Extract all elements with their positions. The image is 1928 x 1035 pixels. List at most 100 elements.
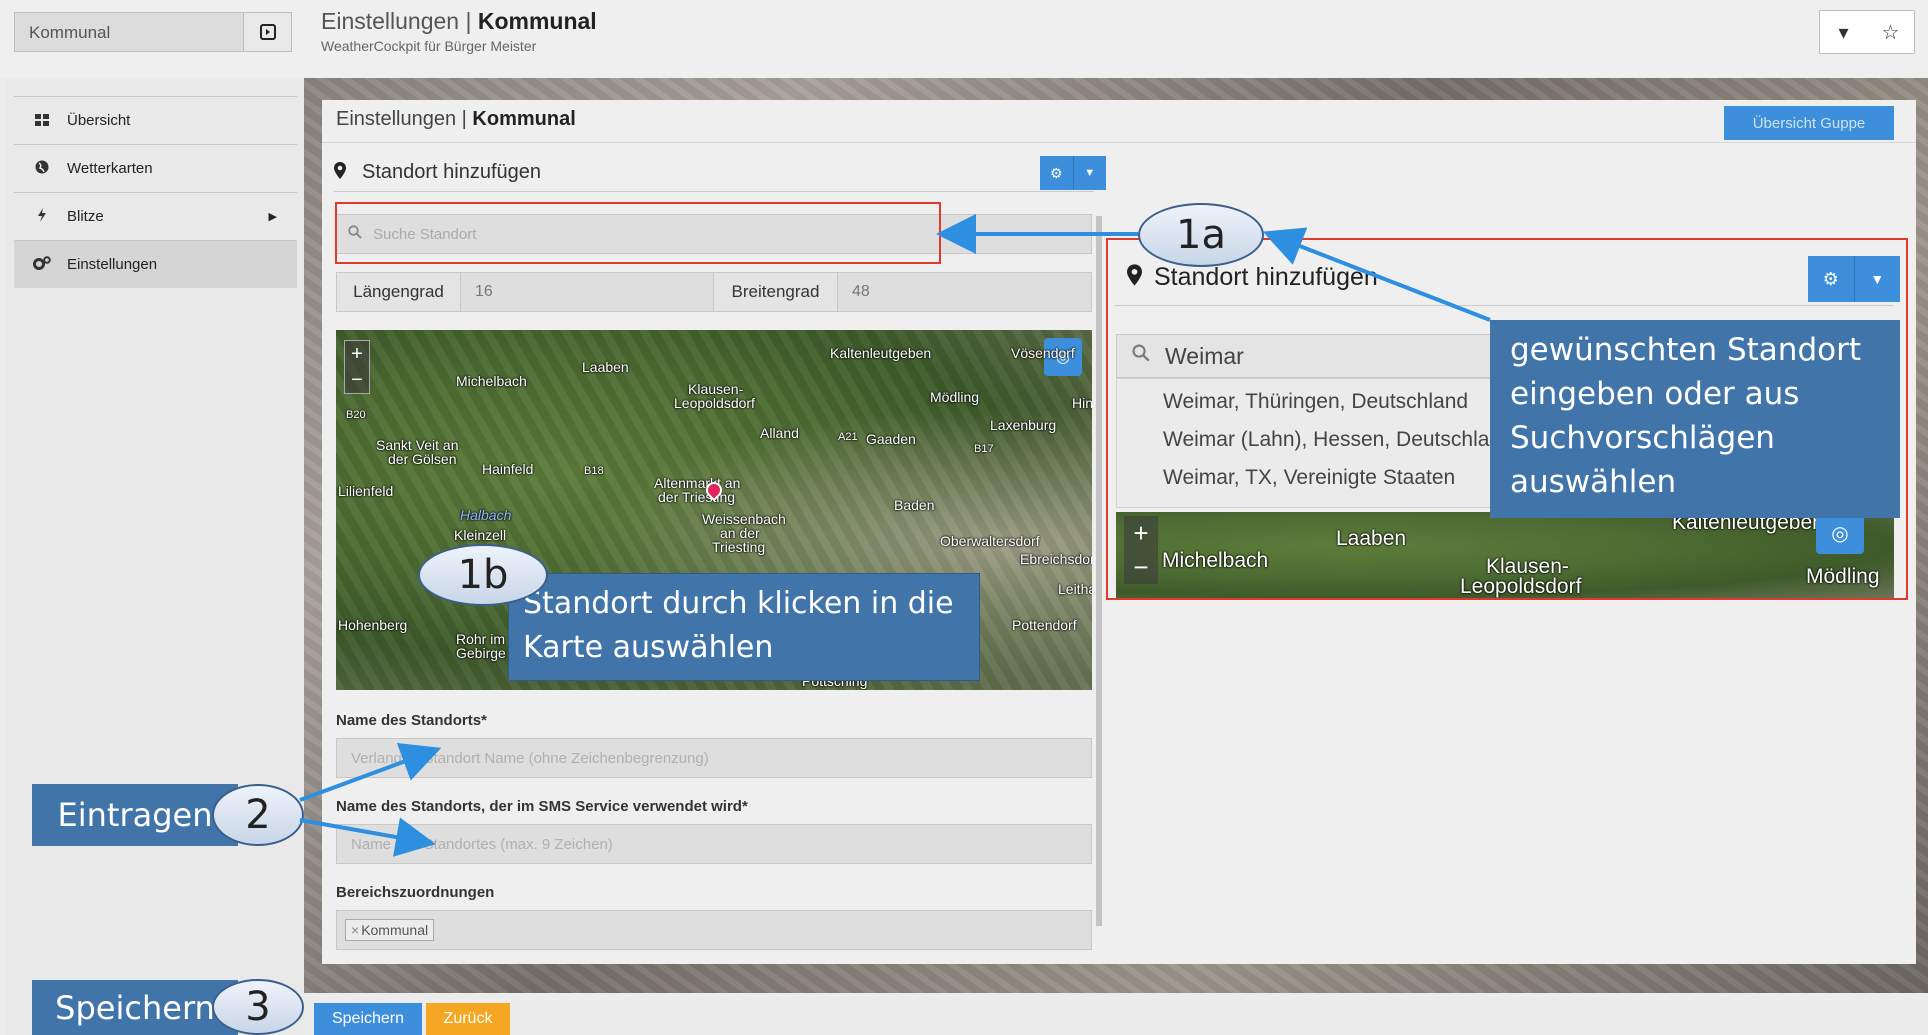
road-label: B20 (346, 409, 366, 421)
star-icon[interactable]: ☆ (1867, 11, 1914, 53)
map-label: an der (720, 525, 760, 541)
location-name-placeholder: Verlangter Standort Name (ohne Zeichenbe… (351, 749, 709, 767)
map-label: Altenmarkt an (654, 475, 741, 491)
group-select[interactable]: Kommunal (14, 12, 292, 52)
panel-title: Einstellungen | Kommunal (336, 108, 576, 131)
caret-down-icon[interactable]: ▼ (1072, 156, 1107, 190)
map-label: Hinterbrühl (1072, 395, 1092, 411)
page-title-prefix: Einstellungen | (321, 8, 472, 34)
callout-1a-text: gewünschten Standort eingeben oder aus S… (1490, 320, 1900, 518)
latitude-input[interactable]: 48 (838, 273, 1091, 311)
caret-down-icon[interactable]: ▾ (1820, 11, 1867, 53)
gear-icon[interactable]: ⚙ (1040, 156, 1073, 190)
zoom-out-button[interactable]: − (345, 367, 369, 393)
panel-title-prefix: Einstellungen | (336, 108, 467, 130)
sidebar-item-label: Blitze (67, 208, 104, 225)
top-bar: Kommunal Einstellungen | Kommunal Weathe… (0, 0, 1928, 78)
exit-icon[interactable] (243, 13, 291, 51)
search-highlight-frame (335, 202, 941, 264)
map-marker-icon (1114, 263, 1154, 292)
grid-icon (31, 113, 53, 129)
map-label: Rohr im (456, 631, 506, 647)
map-label: Baden (894, 497, 935, 513)
gears-icon (31, 256, 53, 273)
map-label: Gebirge (456, 645, 506, 661)
inset-settings-dropdown-button[interactable]: ⚙ ▼ (1808, 256, 1900, 302)
save-button[interactable]: Speichern (314, 1003, 422, 1035)
overview-group-button[interactable]: Übersicht Guppe (1724, 106, 1894, 140)
zoom-in-button[interactable]: + (345, 341, 369, 367)
map-label: Mödling (930, 389, 980, 405)
map-marker-icon (334, 161, 362, 184)
map-label: Leopoldsdorf (674, 395, 755, 411)
sidebar-item-label: Wetterkarten (67, 160, 153, 177)
sidebar-item-uebersicht[interactable]: Übersicht (14, 96, 297, 144)
settings-dropdown-button[interactable]: ⚙ ▼ (1040, 156, 1106, 190)
longitude-label: Längengrad (337, 273, 461, 311)
step-bubble-1a: 1a (1138, 203, 1264, 267)
page-title-bold: Kommunal (477, 8, 597, 34)
location-name-label: Name des Standorts* (336, 712, 487, 729)
map-label: Klausen- (1486, 555, 1569, 578)
sidebar-item-wetterkarten[interactable]: Wetterkarten (14, 144, 297, 192)
zoom-in-button[interactable]: + (1124, 516, 1158, 550)
locate-icon[interactable]: ◎ (1816, 512, 1864, 554)
step-bubble-3: 3 (212, 979, 304, 1035)
map-label: Lilienfeld (338, 483, 394, 499)
location-name-input[interactable]: Verlangter Standort Name (ohne Zeichenbe… (336, 738, 1092, 778)
map-label: Alland (760, 425, 799, 441)
sms-name-placeholder: Name des Standortes (max. 9 Zeichen) (351, 835, 613, 853)
map-label: Laaben (582, 359, 629, 375)
globe-icon (31, 160, 53, 177)
callout-2-text: Eintragen (32, 784, 238, 846)
map-label: Michelbach (456, 373, 527, 389)
map-label: Leithaberg (1058, 581, 1092, 597)
gear-icon[interactable]: ⚙ (1808, 256, 1854, 302)
chevron-right-icon: ▶ (268, 211, 277, 223)
caret-down-icon[interactable]: ▼ (1853, 256, 1901, 302)
road-label: B18 (584, 465, 604, 477)
map-label: Michelbach (1162, 549, 1269, 572)
scrollbar[interactable] (1096, 216, 1102, 926)
sidebar-item-label: Übersicht (67, 112, 131, 129)
back-button[interactable]: Zurück (426, 1003, 510, 1035)
inset-section-title: Standort hinzufügen (1154, 263, 1378, 291)
sidebar-item-label: Einstellungen (67, 256, 158, 273)
area-assignment-label: Bereichszuordnungen (336, 884, 495, 901)
map-label: Oberwaltersdorf (940, 533, 1040, 549)
coordinates-row: Längengrad 16 Breitengrad 48 (336, 272, 1092, 312)
group-select-value: Kommunal (29, 23, 111, 42)
map-zoom-control: + − (1124, 516, 1158, 584)
page-subtitle: WeatherCockpit für Bürger Meister (321, 38, 537, 54)
top-right-buttons: ▾ ☆ (1819, 10, 1915, 54)
map-label: Ebreichsdorf (1020, 551, 1092, 567)
bolt-icon (31, 208, 53, 225)
road-label: B17 (974, 443, 994, 455)
map-label: Laxenburg (990, 417, 1057, 433)
remove-tag-icon[interactable]: × (351, 922, 359, 938)
sidebar-item-einstellungen[interactable]: Einstellungen (14, 240, 297, 288)
search-icon (1117, 344, 1165, 368)
map-label: Halbach (460, 507, 512, 523)
area-assignment-input[interactable]: × Kommunal (336, 910, 1092, 950)
map-label: Weissenbach (702, 511, 786, 527)
map-label: Kaltenleutgeben (830, 345, 932, 361)
map-label: Sankt Veit an (376, 437, 459, 453)
page-title: Einstellungen | Kommunal (321, 8, 597, 35)
map-label: Leopoldsdorf (1460, 575, 1582, 598)
section-title: Standort hinzufügen (362, 161, 542, 183)
map-label: Hohenberg (338, 617, 408, 633)
map-label: Pottendorf (1012, 617, 1077, 633)
sidebar-item-blitze[interactable]: Blitze ▶ (14, 192, 297, 240)
sidebar: Übersicht Wetterkarten Blitze ▶ Einstell… (6, 80, 304, 1035)
sms-name-input[interactable]: Name des Standortes (max. 9 Zeichen) (336, 824, 1092, 864)
zoom-out-button[interactable]: − (1124, 550, 1158, 584)
longitude-input[interactable]: 16 (461, 273, 714, 311)
map-label: Klausen- (688, 381, 744, 397)
callout-1b-text: Standort durch klicken in die Karte ausw… (508, 573, 980, 681)
callout-3-text: Speichern (32, 980, 238, 1035)
map-label: Hainfeld (482, 461, 534, 477)
map-label: Triesting (712, 539, 766, 555)
map-label: Vösendorf (1011, 345, 1075, 361)
inset-search-value: Weimar (1165, 342, 1244, 369)
